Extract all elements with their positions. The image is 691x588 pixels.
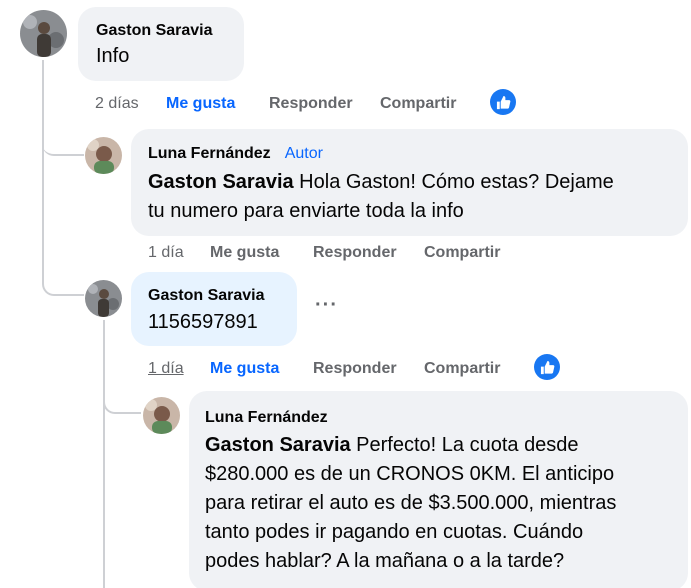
comment-author[interactable]: Gaston Saravia (96, 21, 213, 41)
comment-text-line: Gaston Saravia Hola Gaston! Cómo estas? … (148, 168, 614, 197)
comment-text-segment: Hola Gaston! Cómo estas? Dejame (293, 171, 614, 193)
comment-text: Gaston Saravia Hola Gaston! Cómo estas? … (148, 168, 614, 226)
avatar-gaston[interactable] (85, 280, 122, 317)
avatar-luna-image (85, 137, 122, 174)
share-button[interactable]: Compartir (424, 358, 500, 380)
comment-text: 1156597891 (148, 311, 258, 333)
comment-actions: 2 días Me gusta Responder Compartir (95, 93, 456, 115)
comment-text-segment: Perfecto! La cuota desde (350, 434, 579, 456)
thread-line-main (42, 60, 44, 282)
reply-button[interactable]: Responder (313, 358, 397, 380)
comment-timestamp[interactable]: 1 día (148, 358, 184, 380)
comment-text-line: $280.000 es de un CRONOS 0KM. El anticip… (205, 463, 615, 485)
thumbs-up-icon (496, 95, 510, 109)
comment-timestamp[interactable]: 2 días (95, 93, 139, 115)
like-button[interactable]: Me gusta (166, 93, 235, 115)
comment-bubble-selected: Gaston Saravia 1156597891 (131, 272, 297, 346)
thread-curve-reply-1 (42, 130, 84, 156)
reply-button[interactable]: Responder (313, 242, 397, 264)
reply-button[interactable]: Responder (269, 93, 353, 115)
comment-author[interactable]: Gaston Saravia (148, 286, 265, 306)
comment-text-line: tu numero para enviarte toda la info (148, 200, 464, 222)
like-button[interactable]: Me gusta (210, 242, 279, 264)
share-button[interactable]: Compartir (380, 93, 456, 115)
avatar-gaston-image (85, 280, 122, 317)
comment-text: Info (96, 45, 130, 67)
reaction-badge[interactable] (490, 89, 516, 115)
comment-bubble: Luna Fernández Gaston Saravia Perfecto! … (189, 391, 688, 588)
thread-curve-reply-2 (42, 268, 84, 296)
thumbs-up-icon (540, 360, 554, 374)
comment-timestamp[interactable]: 1 día (148, 242, 184, 264)
comment-actions: 1 día Me gusta Responder Compartir (148, 242, 528, 264)
avatar-luna-image (143, 397, 180, 434)
thread-curve-reply-3 (103, 388, 141, 414)
comment-text-line: para retirar el auto es de $3.500.000, m… (205, 492, 617, 514)
avatar-luna[interactable] (143, 397, 180, 434)
author-badge: Autor (284, 145, 323, 162)
more-options-icon[interactable]: ··· (315, 294, 338, 317)
avatar-gaston-image (20, 10, 67, 57)
mention-link[interactable]: Gaston Saravia (148, 171, 294, 193)
comment-text-line: tanto podes ir pagando en cuotas. Cuándo (205, 521, 584, 543)
share-button[interactable]: Compartir (424, 242, 500, 264)
avatar-gaston[interactable] (20, 10, 67, 57)
avatar-luna[interactable] (85, 137, 122, 174)
comment-actions: 1 día Me gusta Responder Compartir (148, 358, 528, 380)
like-button[interactable]: Me gusta (210, 358, 279, 380)
reaction-badge[interactable] (534, 354, 560, 380)
comment-bubble: Gaston Saravia Info (78, 7, 244, 81)
comment-author[interactable]: Luna Fernández (205, 408, 328, 428)
mention-link[interactable]: Gaston Saravia (205, 434, 351, 456)
comment-text-line: podes hablar? A la mañana o a la tarde? (205, 550, 565, 572)
comment-author-line: Luna Fernández Autor (148, 144, 323, 164)
comment-author[interactable]: Luna Fernández (148, 145, 271, 162)
comment-text-line: Gaston Saravia Perfecto! La cuota desde (205, 431, 616, 460)
thread-line-nested (103, 320, 105, 588)
comment-bubble: Luna Fernández Autor Gaston Saravia Hola … (131, 129, 688, 236)
comment-text: Gaston Saravia Perfecto! La cuota desde … (205, 431, 616, 576)
